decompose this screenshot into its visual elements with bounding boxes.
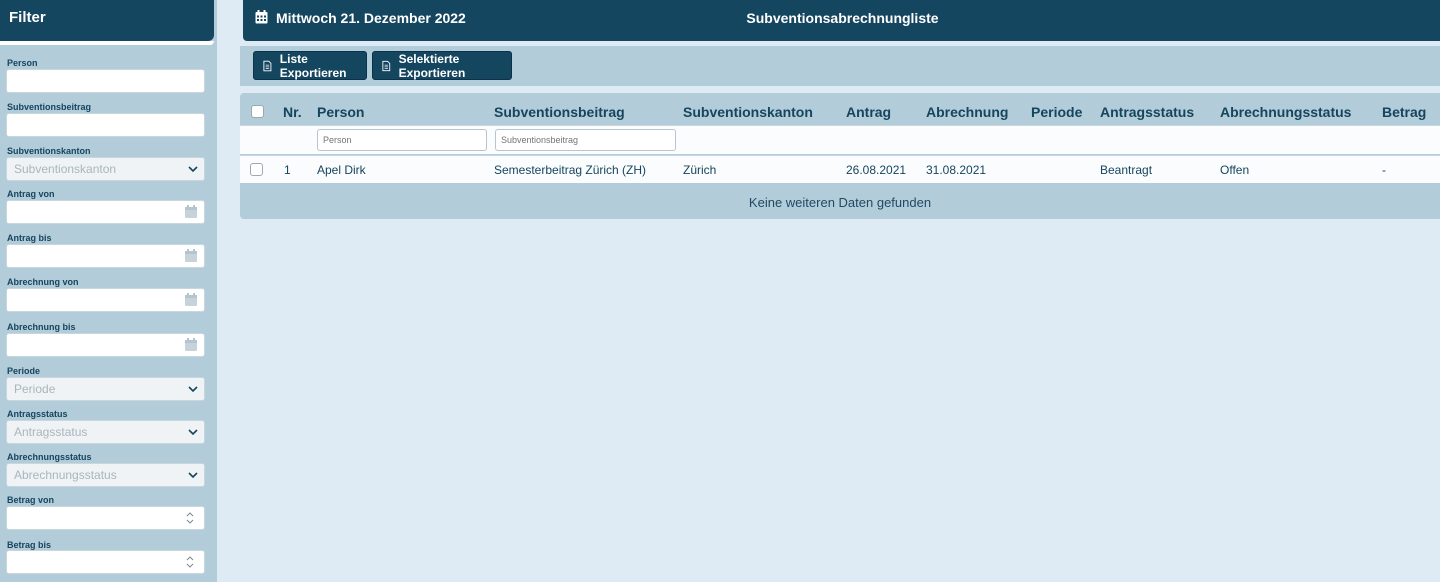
periode-selected: Periode: [14, 382, 56, 396]
calendar-icon[interactable]: [184, 205, 198, 219]
column-header-abrechnung[interactable]: Abrechnung: [926, 104, 1008, 120]
subventionsbeitrag-field[interactable]: [6, 113, 205, 137]
calendar-icon[interactable]: [184, 249, 198, 263]
subventionsbeitrag-label: Subventionsbeitrag: [7, 102, 92, 112]
calendar-icon[interactable]: [184, 293, 198, 307]
person-label: Person: [7, 58, 38, 68]
cell-person: Apel Dirk: [317, 163, 366, 177]
abrechnung-bis-field[interactable]: [6, 333, 205, 357]
chevron-down-icon: [188, 386, 198, 393]
subventionskanton-select[interactable]: Subventionskanton: [6, 157, 205, 181]
chevron-down-icon: [188, 472, 198, 479]
column-header-antragsstatus[interactable]: Antragsstatus: [1100, 104, 1194, 120]
column-header-subventionskanton[interactable]: Subventionskanton: [683, 104, 813, 120]
column-header-betrag[interactable]: Betrag: [1382, 104, 1426, 120]
antrag-von-label: Antrag von: [7, 189, 55, 199]
calendar-icon[interactable]: [184, 338, 198, 352]
export-selected-label: Selektierte Exportieren: [398, 51, 466, 80]
row-checkbox[interactable]: [250, 163, 263, 176]
abrechnungsstatus-label: Abrechnungsstatus: [7, 452, 92, 462]
cell-nr: 1: [284, 163, 291, 177]
antragsstatus-label: Antragsstatus: [7, 409, 68, 419]
filter-title: Filter: [0, 0, 214, 41]
abrechnung-von-label: Abrechnung von: [7, 277, 79, 287]
export-selected-button[interactable]: Selektierte Exportieren: [372, 51, 512, 80]
column-header-subventionsbeitrag[interactable]: Subventionsbeitrag: [494, 104, 625, 120]
antrag-bis-label: Antrag bis: [7, 233, 52, 243]
column-header-person[interactable]: Person: [317, 104, 364, 120]
abrechnungsstatus-select[interactable]: Abrechnungsstatus: [6, 463, 205, 487]
betrag-von-field[interactable]: [6, 506, 205, 530]
column-header-antrag[interactable]: Antrag: [846, 104, 891, 120]
filter-sidebar: Filter Person Subventionsbeitrag Subvent…: [0, 0, 217, 582]
number-spinner-icon[interactable]: [185, 511, 195, 525]
antragsstatus-selected: Antragsstatus: [14, 425, 88, 439]
subventionskanton-label: Subventionskanton: [7, 146, 91, 156]
export-list-label: Liste Exportieren: [279, 51, 347, 80]
periode-select[interactable]: Periode: [6, 377, 205, 401]
column-header-abrechnungsstatus[interactable]: Abrechnungsstatus: [1220, 104, 1351, 120]
antrag-von-field[interactable]: [6, 200, 205, 224]
antragsstatus-select[interactable]: Antragsstatus: [6, 420, 205, 444]
betrag-bis-field[interactable]: [6, 550, 205, 574]
abrechnung-von-field[interactable]: [6, 288, 205, 312]
column-filter-row: [240, 125, 1440, 154]
abrechnungsstatus-selected: Abrechnungsstatus: [14, 468, 117, 482]
page-title: Subventionsabrechnungliste: [746, 10, 939, 26]
column-header-periode[interactable]: Periode: [1031, 104, 1082, 120]
no-more-data-message: Keine weiteren Daten gefunden: [748, 195, 932, 210]
cell-subventionskanton: Zürich: [683, 163, 717, 177]
column-header-nr[interactable]: Nr.: [283, 104, 302, 120]
table-row[interactable]: 1 Apel Dirk Semesterbeitrag Zürich (ZH) …: [240, 155, 1440, 183]
subsidy-table: Nr. Person Subventionsbeitrag Subvention…: [240, 93, 1440, 219]
cell-betrag: -: [1382, 163, 1386, 177]
person-column-filter[interactable]: [317, 129, 487, 151]
document-icon: [263, 60, 272, 71]
select-all-checkbox[interactable]: [251, 105, 264, 118]
cell-antrag: 26.08.2021: [846, 163, 907, 177]
cell-abrechnungsstatus: Offen: [1220, 163, 1250, 177]
periode-label: Periode: [7, 366, 41, 376]
cell-abrechnung: 31.08.2021: [926, 163, 987, 177]
toolbar: Liste Exportieren Selektierte Exportiere…: [240, 46, 1440, 86]
abrechnung-bis-label: Abrechnung bis: [7, 322, 76, 332]
betrag-von-label: Betrag von: [7, 495, 55, 505]
cell-subventionsbeitrag: Semesterbeitrag Zürich (ZH): [494, 163, 647, 177]
export-list-button[interactable]: Liste Exportieren: [253, 51, 367, 80]
chevron-down-icon: [188, 166, 198, 173]
document-icon: [382, 60, 391, 71]
number-spinner-icon[interactable]: [185, 555, 195, 569]
chevron-down-icon: [188, 429, 198, 436]
subventionskanton-selected: Subventionskanton: [14, 162, 117, 176]
cell-antragsstatus: Beantragt: [1100, 163, 1153, 177]
antrag-bis-field[interactable]: [6, 244, 205, 268]
page-header: Mittwoch 21. Dezember 2022 Subventionsab…: [243, 0, 1440, 41]
person-field[interactable]: [6, 69, 205, 93]
betrag-bis-label: Betrag bis: [7, 540, 52, 550]
filter-title-underline: [0, 41, 214, 45]
subventionsbeitrag-column-filter[interactable]: [495, 129, 676, 151]
